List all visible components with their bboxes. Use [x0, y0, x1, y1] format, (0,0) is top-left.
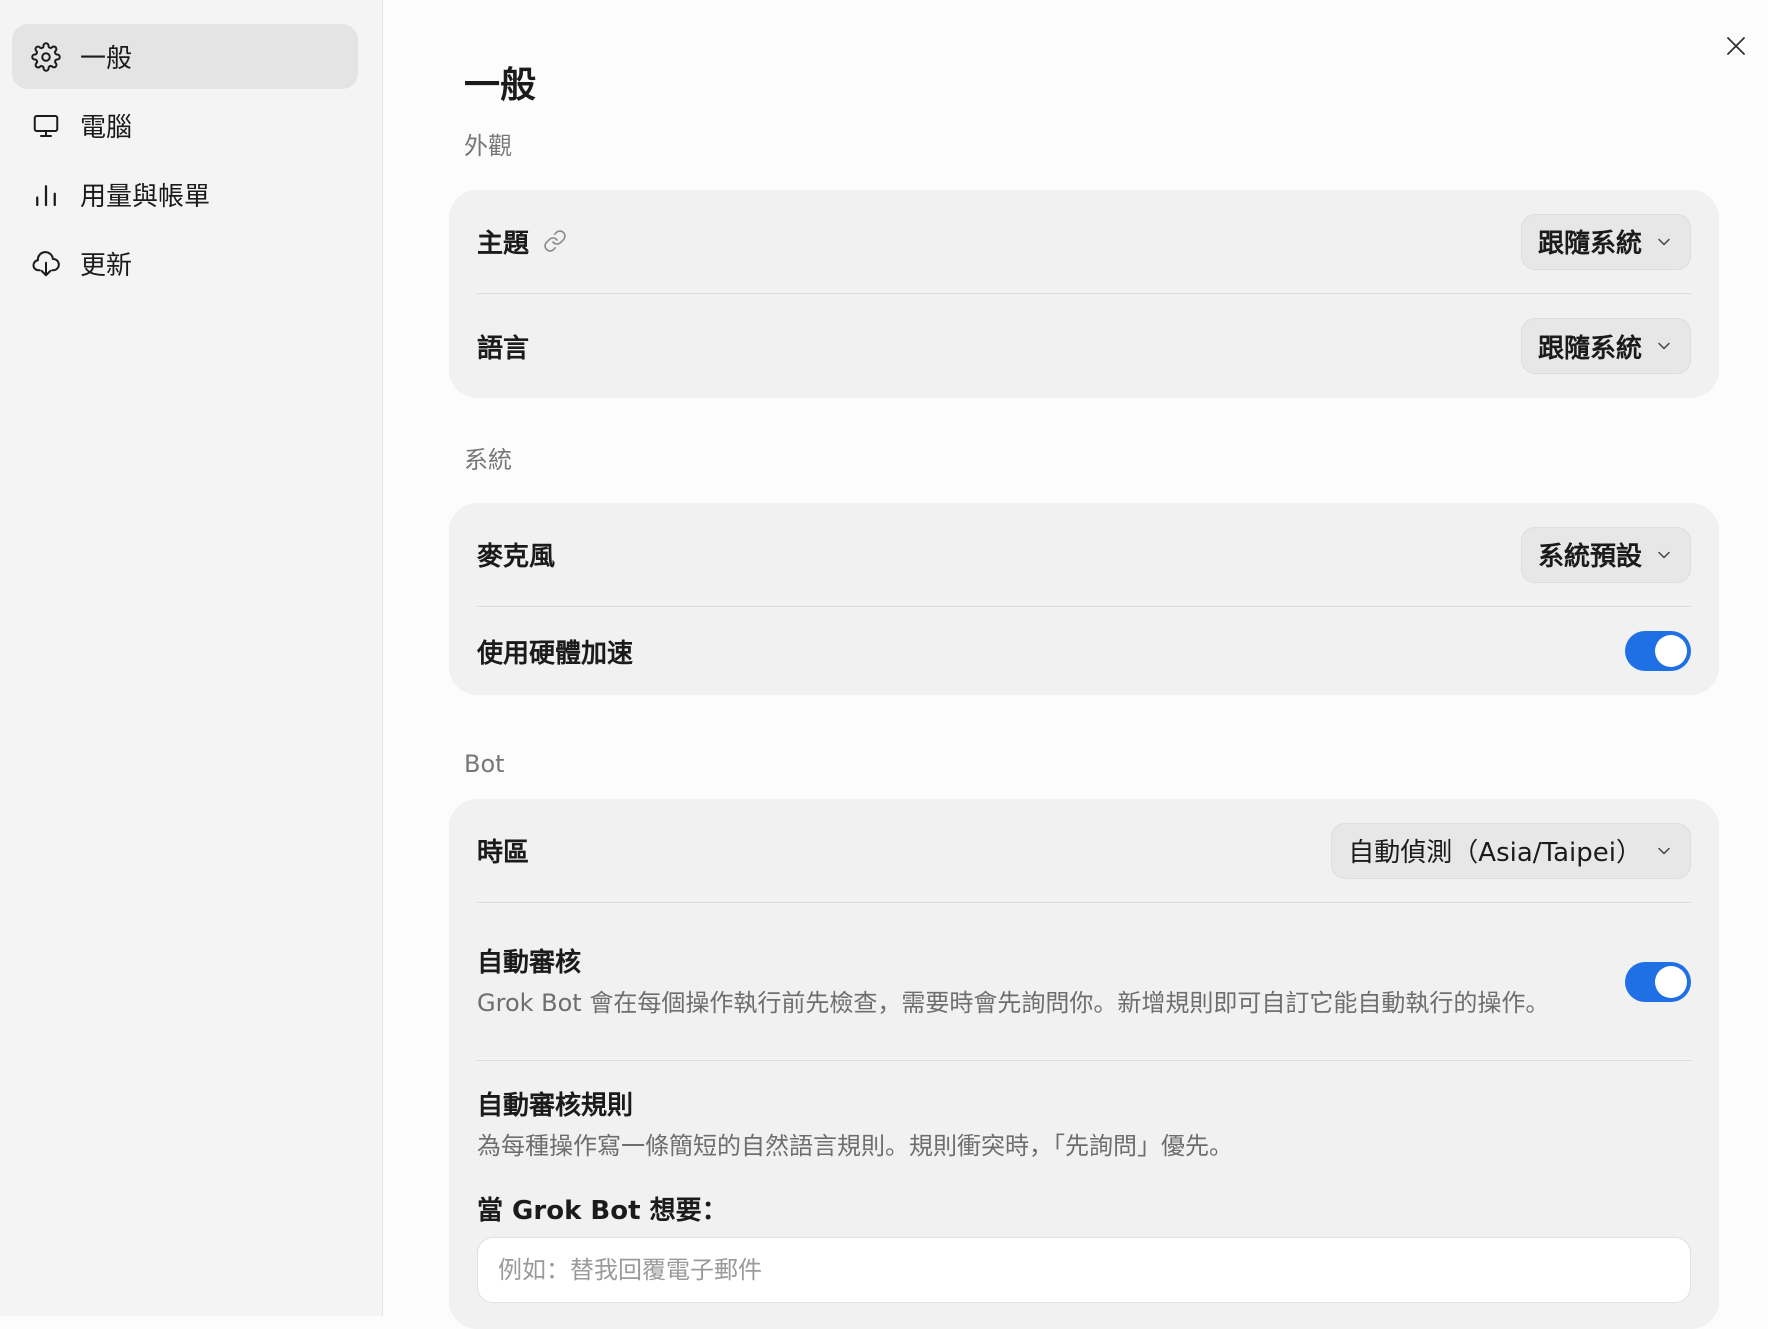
chevron-down-icon [1654, 232, 1674, 252]
section-label-system: 系統 [464, 446, 512, 474]
sidebar-item-usage-billing[interactable]: 用量與帳單 [12, 162, 358, 227]
auto-review-label: 自動審核 [477, 948, 582, 978]
sidebar-item-computer[interactable]: 電腦 [12, 93, 358, 158]
chevron-down-icon [1654, 545, 1674, 565]
monitor-icon [30, 110, 62, 142]
chevron-down-icon [1654, 336, 1674, 356]
timezone-select-value: 自動偵測（Asia/Taipei） [1348, 838, 1642, 868]
theme-select[interactable]: 跟隨系統 [1520, 213, 1691, 270]
bot-card: 時區 自動偵測（Asia/Taipei） 自動審核 Grok Bot 會在每個操… [449, 799, 1719, 1329]
theme-row: 主題 跟隨系統 [477, 190, 1691, 294]
link-icon[interactable] [543, 229, 569, 255]
hardware-acceleration-label: 使用硬體加速 [477, 638, 634, 669]
language-row: 語言 跟隨系統 [477, 294, 1691, 398]
sidebar-item-label: 更新 [80, 251, 133, 281]
hardware-acceleration-toggle[interactable] [1625, 631, 1691, 671]
gear-icon [30, 41, 62, 73]
close-icon [1727, 37, 1745, 55]
auto-review-description: Grok Bot 會在每個操作執行前先檢查，需要時會先詢問你。新增規則即可自訂它… [477, 989, 1550, 1017]
microphone-select-value: 系統預設 [1537, 542, 1642, 572]
hardware-acceleration-row: 使用硬體加速 [477, 607, 1691, 695]
rule-action-input[interactable] [477, 1237, 1691, 1303]
theme-select-value: 跟隨系統 [1537, 229, 1642, 259]
theme-label: 主題 [477, 229, 530, 259]
auto-review-row: 自動審核 Grok Bot 會在每個操作執行前先檢查，需要時會先詢問你。新增規則… [477, 903, 1691, 1061]
sidebar-item-updates[interactable]: 更新 [12, 231, 358, 296]
auto-review-rules-section: 自動審核規則 為每種操作寫一條簡短的自然語言規則。規則衝突時，「先詢問」優先。 … [477, 1061, 1691, 1303]
microphone-row: 麥克風 系統預設 [477, 503, 1691, 607]
auto-review-toggle[interactable] [1625, 961, 1691, 1002]
auto-review-rules-label: 自動審核規則 [477, 1091, 634, 1121]
microphone-select[interactable]: 系統預設 [1520, 526, 1691, 583]
chevron-down-icon [1654, 841, 1674, 861]
language-select[interactable]: 跟隨系統 [1520, 318, 1691, 374]
appearance-card: 主題 跟隨系統 語言 跟隨系統 [449, 190, 1719, 398]
cloud-download-icon [30, 248, 62, 280]
settings-main: 一般 外觀 主題 跟隨系統 語言 跟隨系統 系統 麥克風 系統預設 使用硬體加速… [383, 0, 1768, 1329]
language-label: 語言 [477, 333, 530, 364]
microphone-label: 麥克風 [477, 542, 556, 572]
sidebar-item-label: 電腦 [80, 113, 133, 143]
sidebar-item-label: 一般 [80, 44, 133, 74]
close-button[interactable] [1716, 26, 1756, 66]
system-card: 麥克風 系統預設 使用硬體加速 [449, 503, 1719, 695]
sidebar: 一般 電腦 用量與帳單 更新 [0, 0, 383, 1316]
language-select-value: 跟隨系統 [1537, 333, 1642, 364]
section-label-appearance: 外觀 [464, 132, 512, 160]
timezone-select[interactable]: 自動偵測（Asia/Taipei） [1331, 822, 1691, 879]
timezone-row: 時區 自動偵測（Asia/Taipei） [477, 799, 1691, 903]
when-grok-wants-label: 當 Grok Bot 想要： [477, 1196, 728, 1226]
sidebar-item-label: 用量與帳單 [80, 182, 211, 212]
sidebar-item-general[interactable]: 一般 [12, 24, 358, 89]
timezone-label: 時區 [477, 838, 530, 868]
bar-chart-icon [30, 179, 62, 211]
page-title: 一般 [464, 65, 537, 106]
section-label-bot: Bot [464, 750, 505, 778]
auto-review-rules-description: 為每種操作寫一條簡短的自然語言規則。規則衝突時，「先詢問」優先。 [477, 1132, 1233, 1160]
